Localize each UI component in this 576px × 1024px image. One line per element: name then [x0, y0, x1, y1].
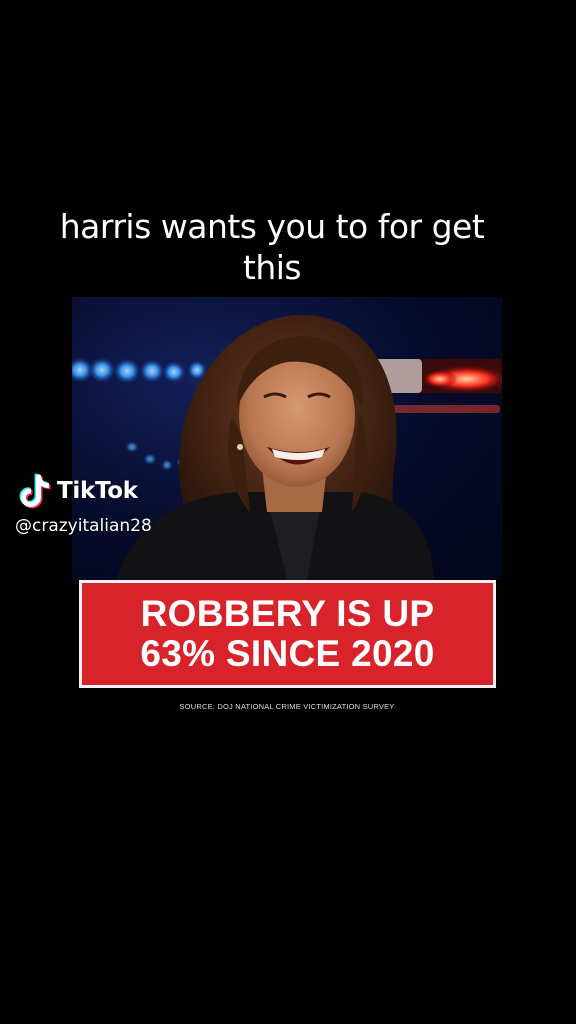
- video-caption: harris wants you to for get this: [30, 206, 514, 288]
- watermark-brand-row: TikTok: [18, 472, 152, 510]
- creator-handle[interactable]: @crazyitalian28: [15, 516, 152, 536]
- tiktok-watermark: TikTok @crazyitalian28: [15, 472, 152, 536]
- caption-line-2: this: [242, 248, 302, 287]
- banner-line-1: ROBBERY IS UP: [140, 593, 435, 634]
- watermark-brand-label: TikTok: [57, 478, 138, 504]
- photo-illustration: [72, 314, 502, 580]
- news-photo: [72, 297, 502, 580]
- banner-line-2: 63% SINCE 2020: [140, 633, 435, 674]
- caption-line-1: harris wants you to for get: [59, 207, 485, 246]
- source-citation: SOURCE: DOJ NATIONAL CRIME VICTIMIZATION…: [179, 702, 395, 711]
- statistic-banner: ROBBERY IS UP 63% SINCE 2020: [79, 580, 496, 688]
- tiktok-logo-icon: [18, 472, 52, 510]
